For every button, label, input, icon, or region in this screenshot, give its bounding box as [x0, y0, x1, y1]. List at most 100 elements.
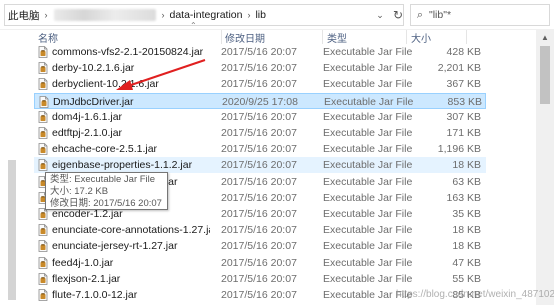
- file-row[interactable]: derby-10.2.1.6.jar 2017/5/16 20:07 Executa…: [34, 60, 486, 76]
- file-size: 18 KB: [452, 159, 481, 172]
- file-size: 63 KB: [452, 175, 481, 188]
- navigation-pane-scrollbar[interactable]: [8, 160, 16, 300]
- column-header-size[interactable]: 大小: [407, 30, 467, 45]
- file-type: Executable Jar File: [323, 175, 413, 188]
- file-type: Executable Jar File: [323, 159, 413, 172]
- file-size: 367 KB: [446, 78, 481, 91]
- jar-file-icon: [38, 256, 48, 269]
- breadcrumb-separator: ›: [161, 10, 165, 20]
- file-modified-date: 2017/5/16 20:07: [221, 143, 297, 156]
- file-name: DmJdbcDriver.jar: [53, 95, 134, 108]
- refresh-icon[interactable]: ↻: [391, 5, 405, 25]
- file-modified-date: 2017/5/16 20:07: [221, 208, 297, 220]
- file-row[interactable]: eigenbase-properties-1.1.2.jar 2017/5/16 …: [34, 157, 486, 174]
- file-modified-date: 2017/5/16 20:07: [221, 62, 297, 75]
- jar-file-icon: [38, 289, 48, 301]
- column-header-type[interactable]: 类型: [323, 30, 407, 45]
- column-header-date[interactable]: 修改日期: [221, 30, 323, 45]
- tooltip-size: 大小: 17.2 KB: [50, 186, 109, 197]
- file-modified-date: 2017/5/16 20:07: [221, 127, 297, 139]
- breadcrumb-data-integration[interactable]: data-integration: [167, 9, 246, 21]
- file-type: Executable Jar File: [323, 272, 413, 285]
- jar-file-icon: [38, 159, 48, 172]
- search-input[interactable]: [429, 9, 541, 21]
- scroll-up-icon[interactable]: ▲: [536, 30, 554, 44]
- file-type: Executable Jar File: [323, 143, 413, 156]
- navigation-pane: [0, 30, 22, 305]
- file-name: flute-7.1.0.0-12.jar: [52, 289, 138, 301]
- file-name: ehcache-core-2.5.1.jar: [52, 143, 158, 156]
- column-header-name-label: 名称: [38, 33, 58, 45]
- jar-file-icon: [38, 240, 48, 253]
- breadcrumb-this-pc[interactable]: 此电脑: [5, 8, 43, 23]
- redacted-path-segment: [53, 9, 156, 21]
- file-info-tooltip: 类型: Executable Jar File 大小: 17.2 KB 修改日期…: [45, 172, 168, 210]
- file-modified-date: 2017/5/16 20:07: [221, 289, 297, 301]
- breadcrumb-lib[interactable]: lib: [252, 9, 269, 21]
- file-type: Executable Jar File: [323, 208, 413, 220]
- file-modified-date: 2017/5/16 20:07: [221, 224, 297, 237]
- file-modified-date: 2017/5/16 20:07: [221, 78, 297, 91]
- breadcrumb-separator: ›: [44, 10, 48, 20]
- watermark: https://blog.csdn.net/weixin_48710211: [396, 289, 554, 300]
- address-bar-row: 此电脑 › › data-integration › lib ⌄ ↻ ⌕: [0, 0, 554, 30]
- file-type: Executable Jar File: [323, 240, 413, 253]
- file-type: Executable Jar File: [323, 256, 413, 269]
- file-size: 47 KB: [452, 256, 481, 269]
- file-row[interactable]: commons-vfs2-2.1-20150824.jar 2017/5/16 2…: [34, 44, 486, 60]
- file-modified-date: 2017/5/16 20:07: [221, 175, 297, 188]
- tooltip-date: 修改日期: 2017/5/16 20:07: [50, 198, 162, 209]
- file-modified-date: 2017/5/16 20:07: [221, 110, 297, 123]
- jar-file-icon: [38, 46, 48, 58]
- search-box[interactable]: ⌕: [410, 4, 550, 26]
- file-size: 307 KB: [446, 110, 481, 123]
- sort-ascending-icon: ⌃: [190, 21, 197, 30]
- tooltip-type: 类型: Executable Jar File: [50, 174, 156, 185]
- file-modified-date: 2020/9/25 17:08: [222, 95, 298, 108]
- vertical-scrollbar[interactable]: ▲: [536, 30, 554, 305]
- file-type: Executable Jar File: [323, 191, 413, 204]
- file-name: eigenbase-properties-1.1.2.jar: [52, 159, 193, 172]
- jar-file-icon: [38, 272, 48, 285]
- file-size: 163 KB: [446, 191, 481, 204]
- jar-file-icon: [38, 127, 48, 139]
- file-type: Executable Jar File: [323, 224, 413, 237]
- file-size: 428 KB: [446, 46, 481, 58]
- file-row[interactable]: ehcache-core-2.5.1.jar 2017/5/16 20:07 Exe…: [34, 141, 486, 157]
- jar-file-icon: [38, 78, 48, 91]
- column-header-size-label: 大小: [411, 33, 431, 45]
- file-name: derby-10.2.1.6.jar: [52, 62, 135, 75]
- file-type: Executable Jar File: [324, 95, 414, 108]
- file-modified-date: 2017/5/16 20:07: [221, 191, 297, 204]
- file-row[interactable]: enunciate-jersey-rt-1.27.jar 2017/5/16 20…: [34, 238, 486, 254]
- file-type: Executable Jar File: [323, 110, 413, 123]
- file-size: 35 KB: [452, 208, 481, 220]
- column-header-name[interactable]: 名称: [34, 30, 222, 45]
- file-row[interactable]: flexjson-2.1.jar 2017/5/16 20:07 Executabl…: [34, 271, 486, 287]
- file-type: Executable Jar File: [323, 127, 413, 139]
- file-size: 18 KB: [452, 240, 481, 253]
- file-row[interactable]: DmJdbcDriver.jar 2020/9/25 17:08 Executabl…: [34, 92, 486, 109]
- chevron-down-icon[interactable]: ⌄: [373, 5, 387, 25]
- file-row[interactable]: edtftpj-2.1.0.jar 2017/5/16 20:07 Executab…: [34, 125, 486, 141]
- file-size: 853 KB: [447, 95, 482, 108]
- file-row[interactable]: feed4j-1.0.jar 2017/5/16 20:07 Executable …: [34, 255, 486, 271]
- file-row[interactable]: dom4j-1.6.1.jar 2017/5/16 20:07 Executable…: [34, 109, 486, 125]
- jar-file-icon: [39, 95, 49, 108]
- file-row[interactable]: derbyclient-10.2.1.6.jar 2017/5/16 20:07 E…: [34, 76, 486, 92]
- file-modified-date: 2017/5/16 20:07: [221, 159, 297, 172]
- scrollbar-thumb[interactable]: [540, 46, 550, 104]
- file-name: enunciate-jersey-rt-1.27.jar: [52, 240, 178, 253]
- file-size: 171 KB: [446, 127, 481, 139]
- address-bar[interactable]: 此电脑 › › data-integration › lib ⌄ ↻: [4, 4, 404, 26]
- file-modified-date: 2017/5/16 20:07: [221, 256, 297, 269]
- file-type: Executable Jar File: [323, 78, 413, 91]
- file-size: 18 KB: [452, 224, 481, 237]
- file-type: Executable Jar File: [323, 46, 413, 58]
- file-size: 1,196 KB: [437, 143, 481, 156]
- jar-file-icon: [38, 143, 48, 156]
- file-size: 2,201 KB: [437, 62, 481, 75]
- file-row[interactable]: enunciate-core-annotations-1.27.jar 2017/…: [34, 222, 486, 238]
- file-type: Executable Jar File: [323, 62, 413, 75]
- file-name: flexjson-2.1.jar: [52, 272, 121, 285]
